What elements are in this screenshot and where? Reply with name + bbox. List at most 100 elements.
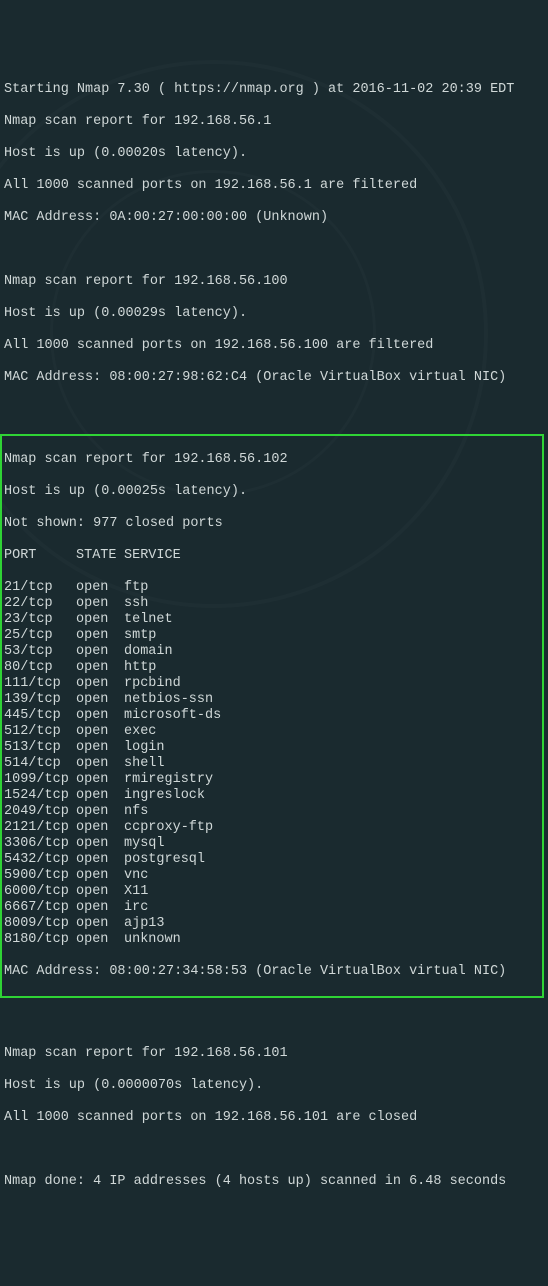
port-row: 5432/tcpopenpostgresql [4, 852, 540, 868]
host3-notshown: Not shown: 977 closed ports [4, 516, 540, 532]
port-row: 80/tcpopenhttp [4, 660, 540, 676]
port-row: 5900/tcpopenvnc [4, 868, 540, 884]
service-cell: smtp [124, 628, 156, 644]
blank-line [4, 402, 544, 418]
host1-report: Nmap scan report for 192.168.56.1 [4, 114, 544, 130]
service-cell: domain [124, 644, 173, 660]
host1-mac: MAC Address: 0A:00:27:00:00:00 (Unknown) [4, 210, 544, 226]
port-cell: 513/tcp [4, 740, 76, 756]
host1-filtered: All 1000 scanned ports on 192.168.56.1 a… [4, 178, 544, 194]
port-row: 111/tcpopenrpcbind [4, 676, 540, 692]
state-cell: open [76, 932, 124, 948]
service-cell: login [124, 740, 165, 756]
state-cell: open [76, 676, 124, 692]
port-row: 6667/tcpopenirc [4, 900, 540, 916]
blank-line [4, 1014, 544, 1030]
port-row: 513/tcpopenlogin [4, 740, 540, 756]
port-cell: 80/tcp [4, 660, 76, 676]
state-cell: open [76, 868, 124, 884]
blank-line [4, 1142, 544, 1158]
state-cell: open [76, 804, 124, 820]
state-cell: open [76, 740, 124, 756]
service-cell: microsoft-ds [124, 708, 221, 724]
nmap-done-line: Nmap done: 4 IP addresses (4 hosts up) s… [4, 1174, 544, 1190]
port-cell: 139/tcp [4, 692, 76, 708]
highlighted-host-block: Nmap scan report for 192.168.56.102 Host… [0, 434, 544, 998]
port-cell: 8180/tcp [4, 932, 76, 948]
port-row: 8180/tcpopenunknown [4, 932, 540, 948]
port-cell: 3306/tcp [4, 836, 76, 852]
blank-line [4, 242, 544, 258]
port-cell: 1099/tcp [4, 772, 76, 788]
service-cell: telnet [124, 612, 173, 628]
port-cell: 22/tcp [4, 596, 76, 612]
port-cell: 512/tcp [4, 724, 76, 740]
service-cell: nfs [124, 804, 148, 820]
state-cell: open [76, 644, 124, 660]
port-row: 3306/tcpopenmysql [4, 836, 540, 852]
service-cell: ajp13 [124, 916, 165, 932]
service-cell: vnc [124, 868, 148, 884]
header-state: STATE [76, 548, 124, 564]
service-cell: ssh [124, 596, 148, 612]
service-cell: mysql [124, 836, 165, 852]
port-cell: 53/tcp [4, 644, 76, 660]
state-cell: open [76, 852, 124, 868]
port-cell: 1524/tcp [4, 788, 76, 804]
port-row: 8009/tcpopenajp13 [4, 916, 540, 932]
state-cell: open [76, 756, 124, 772]
port-row: 139/tcpopennetbios-ssn [4, 692, 540, 708]
host2-report: Nmap scan report for 192.168.56.100 [4, 274, 544, 290]
port-row: 2121/tcpopenccproxy-ftp [4, 820, 540, 836]
state-cell: open [76, 900, 124, 916]
host3-mac: MAC Address: 08:00:27:34:58:53 (Oracle V… [4, 964, 540, 980]
host2-mac: MAC Address: 08:00:27:98:62:C4 (Oracle V… [4, 370, 544, 386]
state-cell: open [76, 628, 124, 644]
port-row: 53/tcpopendomain [4, 644, 540, 660]
service-cell: X11 [124, 884, 148, 900]
state-cell: open [76, 836, 124, 852]
port-row: 2049/tcpopennfs [4, 804, 540, 820]
host3-report: Nmap scan report for 192.168.56.102 [4, 452, 540, 468]
service-cell: ingreslock [124, 788, 205, 804]
service-cell: netbios-ssn [124, 692, 213, 708]
port-cell: 2049/tcp [4, 804, 76, 820]
state-cell: open [76, 788, 124, 804]
host4-report: Nmap scan report for 192.168.56.101 [4, 1046, 544, 1062]
state-cell: open [76, 724, 124, 740]
port-cell: 514/tcp [4, 756, 76, 772]
port-cell: 21/tcp [4, 580, 76, 596]
port-table-header: PORTSTATESERVICE [4, 548, 540, 564]
service-cell: exec [124, 724, 156, 740]
port-cell: 5900/tcp [4, 868, 76, 884]
port-row: 6000/tcpopenX11 [4, 884, 540, 900]
port-row: 22/tcpopenssh [4, 596, 540, 612]
port-cell: 23/tcp [4, 612, 76, 628]
port-row: 514/tcpopenshell [4, 756, 540, 772]
port-row: 25/tcpopensmtp [4, 628, 540, 644]
state-cell: open [76, 708, 124, 724]
state-cell: open [76, 820, 124, 836]
port-cell: 25/tcp [4, 628, 76, 644]
service-cell: http [124, 660, 156, 676]
port-cell: 8009/tcp [4, 916, 76, 932]
service-cell: ccproxy-ftp [124, 820, 213, 836]
host2-up: Host is up (0.00029s latency). [4, 306, 544, 322]
state-cell: open [76, 596, 124, 612]
state-cell: open [76, 692, 124, 708]
service-cell: ftp [124, 580, 148, 596]
service-cell: unknown [124, 932, 181, 948]
host3-up: Host is up (0.00025s latency). [4, 484, 540, 500]
state-cell: open [76, 580, 124, 596]
service-cell: rpcbind [124, 676, 181, 692]
nmap-starting-line: Starting Nmap 7.30 ( https://nmap.org ) … [4, 82, 544, 98]
host1-up: Host is up (0.00020s latency). [4, 146, 544, 162]
port-cell: 111/tcp [4, 676, 76, 692]
port-cell: 6000/tcp [4, 884, 76, 900]
port-row: 512/tcpopenexec [4, 724, 540, 740]
port-row: 1524/tcpopeningreslock [4, 788, 540, 804]
port-table-body: 21/tcpopenftp22/tcpopenssh23/tcpopenteln… [4, 580, 540, 948]
terminal-output: Starting Nmap 7.30 ( https://nmap.org ) … [4, 66, 544, 1206]
state-cell: open [76, 916, 124, 932]
state-cell: open [76, 772, 124, 788]
